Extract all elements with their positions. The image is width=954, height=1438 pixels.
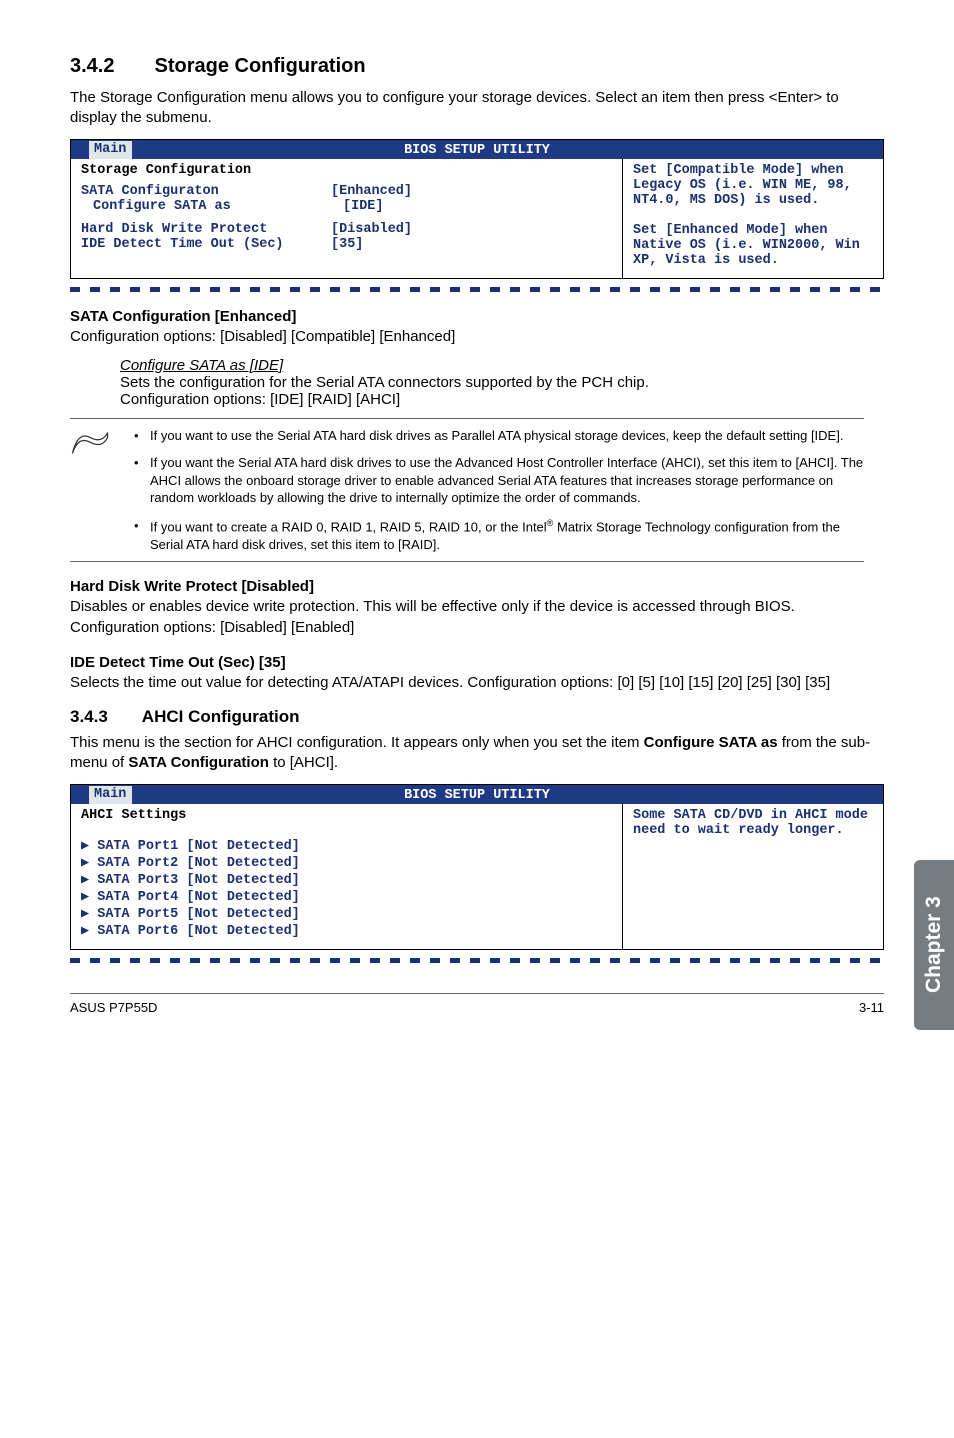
bios-value-ide-detect-timeout: [35] — [331, 237, 363, 252]
bios-sata-port6: SATA Port6 [Not Detected] — [81, 922, 612, 939]
bios-value-configure-sata-as: [IDE] — [343, 199, 384, 214]
bios-ahci-config: BIOS SETUP UTILITY Main AHCI Settings SA… — [70, 784, 884, 950]
bios-item-hd-write-protect: Hard Disk Write Protect — [81, 222, 331, 237]
footer-left: ASUS P7P55D — [70, 1000, 157, 1015]
bios-tab-main: Main — [89, 786, 132, 803]
bios-title: BIOS SETUP UTILITY — [404, 143, 550, 158]
text-ide-timeout: Selects the time out value for detecting… — [70, 673, 884, 693]
section-heading: 3.4.2 Storage Configuration — [70, 55, 884, 78]
bios-section-title: Storage Configuration — [81, 163, 612, 178]
chapter-side-tab: Chapter 3 — [914, 860, 954, 1030]
bios-help-text: Set [Compatible Mode] when Legacy OS (i.… — [622, 159, 883, 278]
bios-storage-config: BIOS SETUP UTILITY Main Storage Configur… — [70, 139, 884, 279]
section-intro: The Storage Configuration menu allows yo… — [70, 88, 884, 129]
bios-box-dashed-border — [70, 958, 884, 963]
bios-header: BIOS SETUP UTILITY Main — [71, 140, 883, 159]
bios-box-dashed-border — [70, 287, 884, 292]
bios-sata-port3: SATA Port3 [Not Detected] — [81, 871, 612, 888]
bios-title: BIOS SETUP UTILITY — [404, 788, 550, 803]
section-intro-ahci: This menu is the section for AHCI config… — [70, 733, 884, 774]
footer-right: 3-11 — [859, 1000, 884, 1015]
note-item-2: If you want the Serial ATA hard disk dri… — [128, 454, 864, 507]
note-item-3: If you want to create a RAID 0, RAID 1, … — [128, 517, 864, 553]
bios-header: BIOS SETUP UTILITY Main — [71, 785, 883, 804]
note-icon — [70, 427, 112, 554]
text-sata-config: Configuration options: [Disabled] [Compa… — [70, 327, 884, 347]
bios-item-sata-config: SATA Configuraton — [81, 184, 331, 199]
bios-item-configure-sata-as: Configure SATA as — [81, 199, 343, 214]
heading-hdwp: Hard Disk Write Protect [Disabled] — [70, 578, 884, 595]
bios-tab-main: Main — [89, 141, 132, 158]
bios-sata-port5: SATA Port5 [Not Detected] — [81, 905, 612, 922]
bios-section-title: AHCI Settings — [81, 808, 612, 823]
bios-item-ide-detect-timeout: IDE Detect Time Out (Sec) — [81, 237, 331, 252]
note-item-1: If you want to use the Serial ATA hard d… — [128, 427, 864, 445]
text-conf-sata-l2: Configuration options: [IDE] [RAID] [AHC… — [120, 391, 864, 408]
heading-configure-sata-as: Configure SATA as [IDE] — [120, 357, 864, 374]
bios-value-sata-config: [Enhanced] — [331, 184, 412, 199]
heading-sata-config: SATA Configuration [Enhanced] — [70, 308, 884, 325]
bios-sata-port1: SATA Port1 [Not Detected] — [81, 837, 612, 854]
text-conf-sata-l1: Sets the configuration for the Serial AT… — [120, 374, 864, 391]
page-footer: ASUS P7P55D 3-11 — [70, 993, 884, 1015]
section-heading-ahci: 3.4.3 AHCI Configuration — [70, 707, 884, 727]
note-box: If you want to use the Serial ATA hard d… — [70, 418, 864, 563]
heading-ide-timeout: IDE Detect Time Out (Sec) [35] — [70, 654, 884, 671]
bios-sata-port4: SATA Port4 [Not Detected] — [81, 888, 612, 905]
text-hdwp: Disables or enables device write protect… — [70, 597, 884, 638]
bios-value-hd-write-protect: [Disabled] — [331, 222, 412, 237]
bios-help-text: Some SATA CD/DVD in AHCI mode need to wa… — [622, 804, 883, 949]
bios-sata-port2: SATA Port2 [Not Detected] — [81, 854, 612, 871]
